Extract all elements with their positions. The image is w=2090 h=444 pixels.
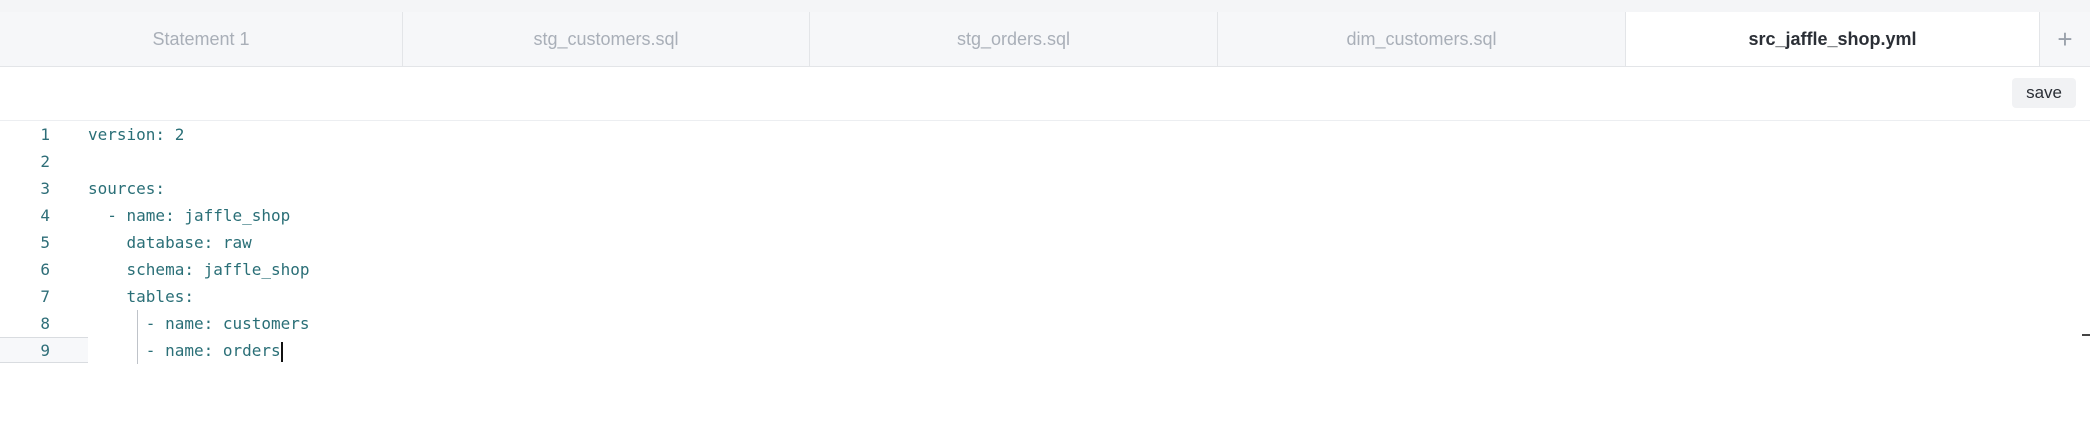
tab-dim-customers[interactable]: dim_customers.sql bbox=[1218, 12, 1626, 66]
code-line[interactable]: 4 - name: jaffle_shop bbox=[0, 202, 2090, 229]
code-text[interactable]: database: raw bbox=[88, 229, 252, 256]
tab-label: stg_orders.sql bbox=[956, 28, 1071, 49]
code-line[interactable]: 2 bbox=[0, 148, 2090, 175]
code-text[interactable]: schema: jaffle_shop bbox=[88, 256, 310, 283]
save-button[interactable]: save bbox=[2012, 78, 2076, 108]
code-text[interactable]: version: 2 bbox=[88, 121, 184, 148]
tab-label: Statement 1 bbox=[152, 28, 250, 49]
code-line[interactable]: 3 sources: bbox=[0, 175, 2090, 202]
text-caret bbox=[280, 341, 283, 362]
code-text[interactable]: tables: bbox=[88, 283, 194, 310]
line-number: 7 bbox=[40, 287, 50, 306]
plus-icon: + bbox=[2057, 23, 2073, 54]
line-number: 5 bbox=[40, 233, 50, 252]
code-text[interactable]: - name: customers bbox=[88, 310, 310, 337]
line-number: 8 bbox=[40, 314, 50, 333]
line-number: 4 bbox=[40, 206, 50, 225]
tab-src-jaffle-shop[interactable]: src_jaffle_shop.yml bbox=[1626, 12, 2040, 66]
code-text[interactable]: - name: jaffle_shop bbox=[88, 202, 290, 229]
add-tab-button[interactable]: + bbox=[2040, 12, 2090, 66]
tab-statement-1[interactable]: Statement 1 bbox=[0, 12, 403, 66]
code-text-with-caret[interactable]: - name: orders bbox=[88, 337, 283, 364]
code-line-active[interactable]: 9 - name: orders bbox=[0, 337, 2090, 364]
scrollbar-marker bbox=[2082, 334, 2090, 336]
code-line[interactable]: 5 database: raw bbox=[0, 229, 2090, 256]
code-line[interactable]: 1 version: 2 bbox=[0, 121, 2090, 148]
tab-label: src_jaffle_shop.yml bbox=[1748, 28, 1917, 49]
line-number: 3 bbox=[40, 179, 50, 198]
line-number: 9 bbox=[40, 341, 50, 360]
editor-toolbar: save bbox=[0, 66, 2090, 121]
code-text[interactable]: - name: orders bbox=[88, 341, 281, 360]
code-editor[interactable]: 1 version: 2 2 3 sources: 4 - name: jaff… bbox=[0, 121, 2090, 444]
line-number: 1 bbox=[40, 125, 50, 144]
tab-label: dim_customers.sql bbox=[1346, 28, 1497, 49]
code-line[interactable]: 8 - name: customers bbox=[0, 310, 2090, 337]
tab-label: stg_customers.sql bbox=[533, 28, 679, 49]
editor-tab-bar: Statement 1 stg_customers.sql stg_orders… bbox=[0, 12, 2090, 67]
code-text[interactable]: sources: bbox=[88, 175, 165, 202]
line-number: 2 bbox=[40, 152, 50, 171]
tab-stg-customers[interactable]: stg_customers.sql bbox=[403, 12, 810, 66]
code-line[interactable]: 6 schema: jaffle_shop bbox=[0, 256, 2090, 283]
tab-stg-orders[interactable]: stg_orders.sql bbox=[810, 12, 1218, 66]
window-top-strip bbox=[0, 0, 2090, 12]
line-number: 6 bbox=[40, 260, 50, 279]
code-line[interactable]: 7 tables: bbox=[0, 283, 2090, 310]
